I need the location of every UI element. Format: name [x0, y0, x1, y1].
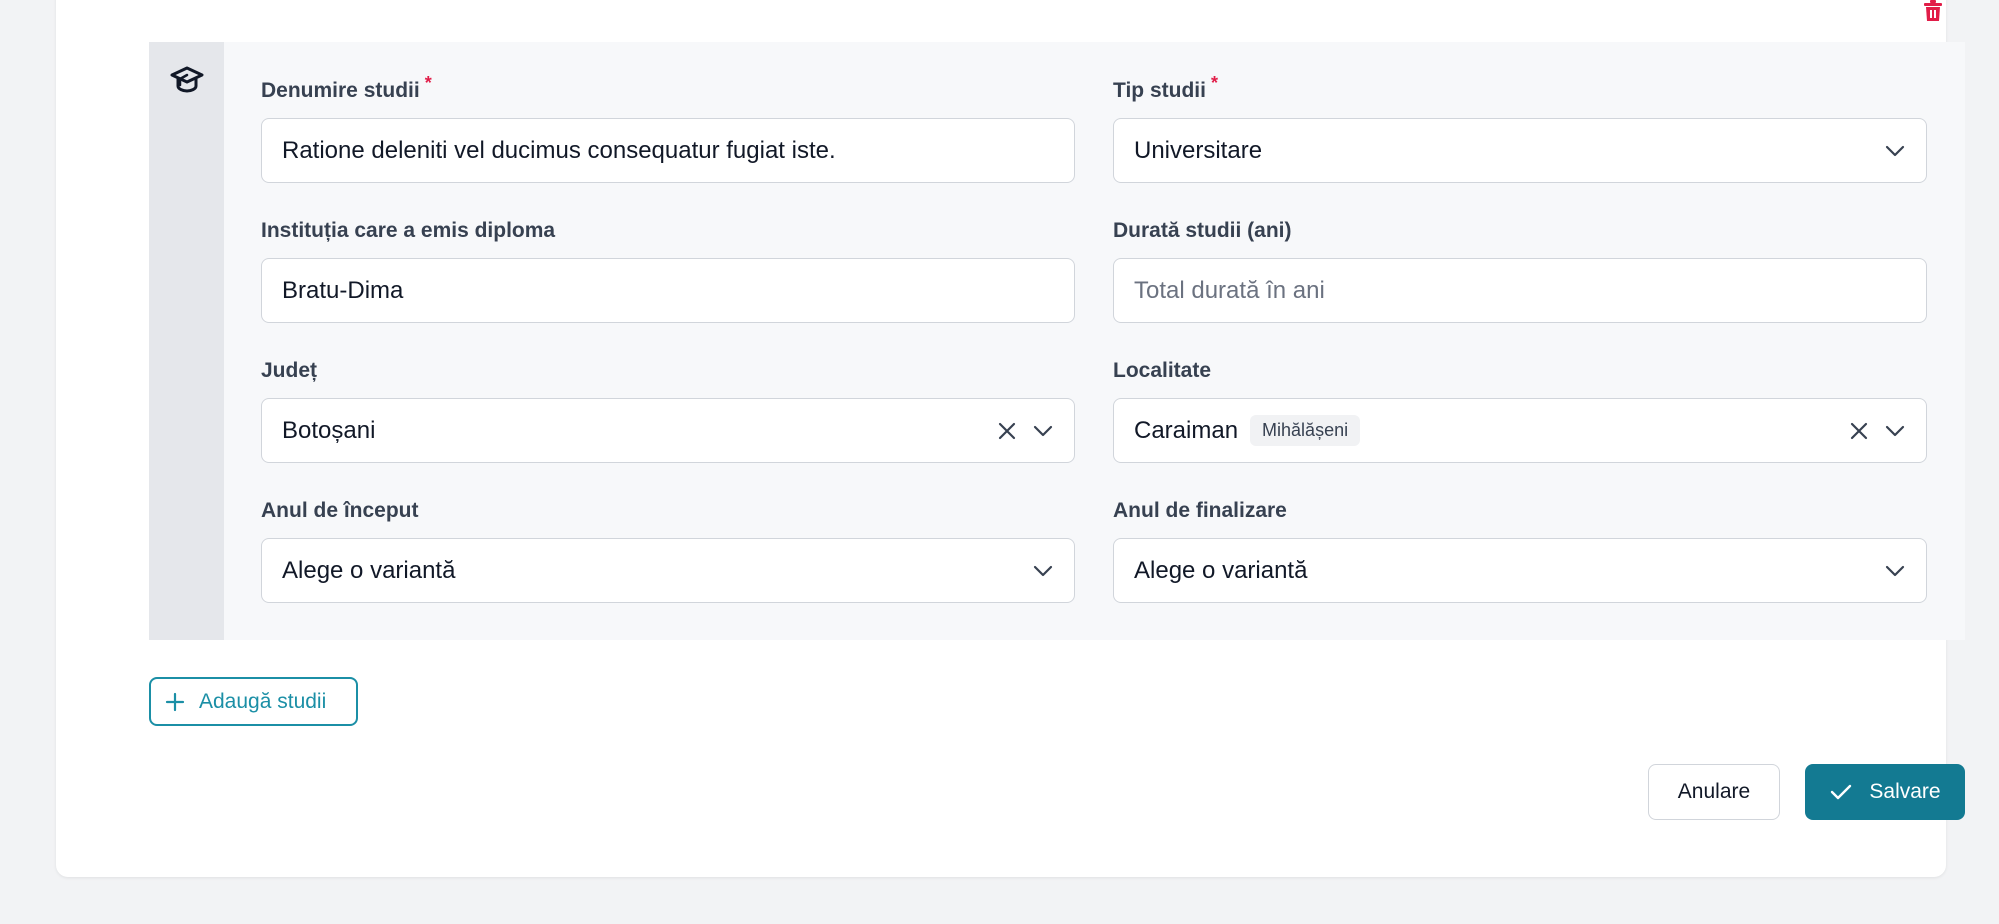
locality-field: Localitate Caraiman Mihălășeni [1113, 356, 1927, 463]
duration-input[interactable]: Total durată în ani [1113, 258, 1927, 323]
start-year-value: Alege o variantă [282, 556, 456, 584]
add-study-button[interactable]: Adaugă studii [149, 677, 358, 726]
chevron-down-icon[interactable] [1884, 140, 1906, 162]
delete-study-button[interactable] [1920, 0, 1946, 26]
chevron-down-icon[interactable] [1032, 560, 1054, 582]
study-name-field: Denumire studii * Ratione deleniti vel d… [261, 72, 1075, 183]
locality-value: Caraiman [1134, 416, 1239, 444]
required-mark: * [424, 72, 432, 93]
start-year-label: Anul de început [261, 499, 419, 522]
study-entry: Denumire studii * Ratione deleniti vel d… [149, 42, 1965, 640]
county-label: Județ [261, 359, 318, 382]
duration-placeholder: Total durată în ani [1134, 276, 1325, 304]
locality-select[interactable]: Caraiman Mihălășeni [1113, 398, 1927, 463]
graduation-cap-icon [170, 66, 204, 93]
check-icon [1831, 784, 1852, 800]
county-value: Botoșani [282, 416, 376, 444]
institution-field: Instituția care a emis diploma Bratu-Dim… [261, 216, 1075, 323]
chevron-down-icon[interactable] [1032, 420, 1054, 442]
county-select[interactable]: Botoșani [261, 398, 1075, 463]
study-entry-rail [149, 42, 224, 640]
end-year-value: Alege o variantă [1134, 556, 1308, 584]
close-icon[interactable] [996, 420, 1018, 442]
institution-input[interactable]: Bratu-Dima [261, 258, 1075, 323]
study-name-value: Ratione deleniti vel ducimus consequatur… [282, 136, 836, 164]
county-field: Județ Botoșani [261, 356, 1075, 463]
save-label: Salvare [1869, 780, 1941, 803]
cancel-button[interactable]: Anulare [1648, 764, 1780, 820]
study-type-select[interactable]: Universitare [1113, 118, 1927, 183]
institution-label: Instituția care a emis diploma [261, 219, 556, 242]
start-year-select[interactable]: Alege o variantă [261, 538, 1075, 603]
locality-label: Localitate [1113, 359, 1212, 382]
study-type-field: Tip studii * Universitare [1113, 72, 1927, 183]
trash-icon [1924, 0, 1942, 21]
study-name-label: Denumire studii [261, 79, 420, 102]
end-year-label: Anul de finalizare [1113, 499, 1287, 522]
save-button[interactable]: Salvare [1805, 764, 1965, 820]
end-year-field: Anul de finalizare Alege o variantă [1113, 496, 1927, 603]
start-year-field: Anul de început Alege o variantă [261, 496, 1075, 603]
duration-label: Durată studii (ani) [1113, 219, 1292, 242]
chevron-down-icon[interactable] [1884, 560, 1906, 582]
add-study-label: Adaugă studii [199, 689, 327, 713]
study-type-value: Universitare [1134, 136, 1263, 164]
education-card: Denumire studii * Ratione deleniti vel d… [56, 0, 1965, 877]
duration-field: Durată studii (ani) Total durată în ani [1113, 216, 1927, 323]
chevron-down-icon[interactable] [1884, 420, 1906, 442]
plus-icon [165, 692, 185, 711]
locality-commune-badge: Mihălășeni [1250, 415, 1361, 446]
study-name-input[interactable]: Ratione deleniti vel ducimus consequatur… [261, 118, 1075, 183]
end-year-select[interactable]: Alege o variantă [1113, 538, 1927, 603]
institution-value: Bratu-Dima [282, 276, 404, 304]
close-icon[interactable] [1848, 420, 1870, 442]
required-mark: * [1210, 72, 1218, 93]
study-type-label: Tip studii [1113, 79, 1206, 102]
cancel-label: Anulare [1677, 780, 1751, 803]
